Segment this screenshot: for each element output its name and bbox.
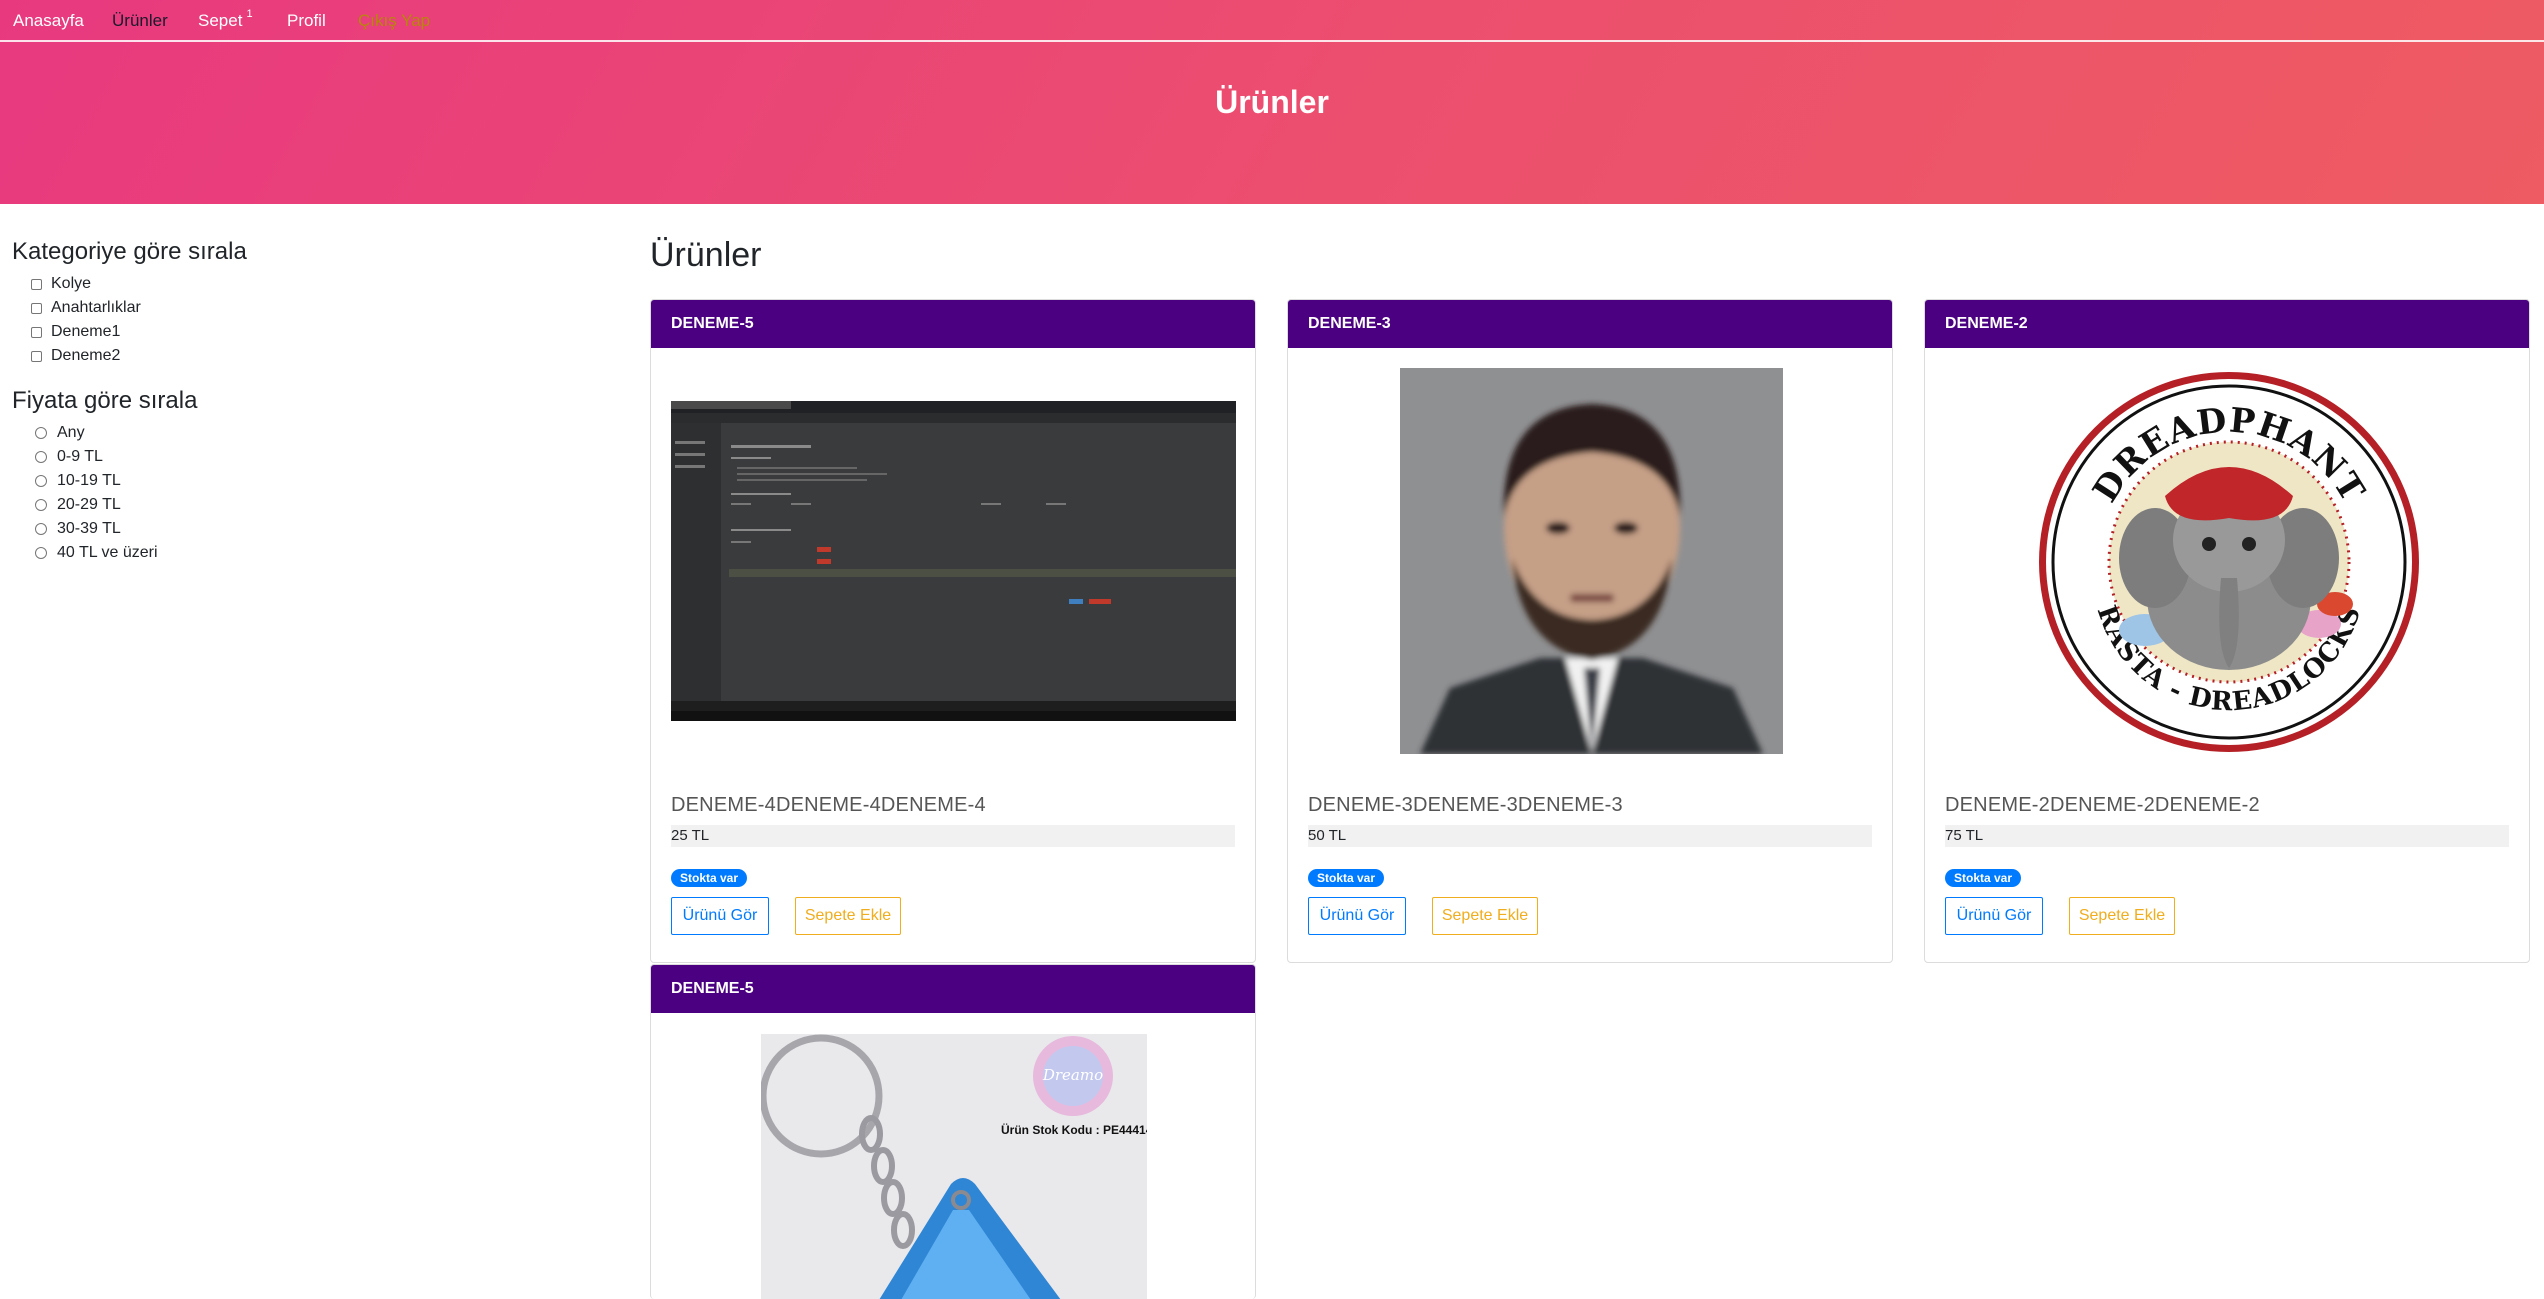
price-radio[interactable] xyxy=(35,475,47,487)
product-card-header: DENEME-5 xyxy=(651,300,1255,348)
product-image-logo[interactable]: DREADPHANT RASTA - DREADLOCKS xyxy=(2035,368,2423,756)
view-product-button[interactable]: Ürünü Gör xyxy=(1308,897,1406,935)
nav-cart-label: Sepet xyxy=(198,11,243,30)
price-radio[interactable] xyxy=(35,547,47,559)
portrait-photo xyxy=(1400,368,1783,754)
hero-title: Ürünler xyxy=(1215,84,1329,120)
add-to-cart-button[interactable]: Sepete Ekle xyxy=(2069,897,2175,935)
category-option-kolye[interactable]: Kolye xyxy=(31,275,91,293)
dreadphant-logo-image: DREADPHANT RASTA - DREADLOCKS xyxy=(2039,372,2419,752)
price-radio[interactable] xyxy=(35,499,47,511)
cart-count-badge: 1 xyxy=(246,8,253,20)
top-navbar: Anasayfa Ürünler Sepet 1 Profil Çıkış Yap xyxy=(0,0,2544,42)
price-label: 40 TL ve üzeri xyxy=(57,544,158,561)
add-to-cart-button[interactable]: Sepete Ekle xyxy=(795,897,901,935)
nav-products-link[interactable]: Ürünler xyxy=(112,11,168,31)
stock-badge: Stokta var xyxy=(671,869,748,887)
price-label: 0-9 TL xyxy=(57,448,103,465)
price-label: 30-39 TL xyxy=(57,520,121,537)
product-card: DENEME-5 Dreamo Ürün Stok Kodu : PE44414… xyxy=(650,964,1256,1299)
price-option-20-29[interactable]: 20-29 TL xyxy=(35,496,121,514)
nav-logout-link[interactable]: Çıkış Yap xyxy=(358,11,430,31)
price-radio[interactable] xyxy=(35,523,47,535)
price-option-10-19[interactable]: 10-19 TL xyxy=(35,472,121,490)
price-radio[interactable] xyxy=(35,451,47,463)
product-card: DENEME-3 DENEME-3DENEME-3DENEME-3 50 TL … xyxy=(1287,299,1893,963)
category-option-anahtarliklar[interactable]: Anahtarlıklar xyxy=(31,299,141,317)
category-label: Deneme1 xyxy=(51,323,121,340)
category-checkbox[interactable] xyxy=(31,302,42,314)
add-to-cart-button[interactable]: Sepete Ekle xyxy=(1432,897,1538,935)
stock-badge: Stokta var xyxy=(1308,869,1385,887)
price-option-30-39[interactable]: 30-39 TL xyxy=(35,520,121,538)
screenshot-thumbnail xyxy=(671,401,1236,721)
category-filter-heading: Kategoriye göre sırala xyxy=(12,238,247,265)
products-section-title: Ürünler xyxy=(650,236,762,274)
product-price: 25 TL xyxy=(671,825,1235,847)
price-option-any[interactable]: Any xyxy=(35,424,85,442)
product-price: 75 TL xyxy=(1945,825,2509,847)
category-option-deneme1[interactable]: Deneme1 xyxy=(31,323,120,341)
product-image-screenshot[interactable] xyxy=(671,401,1236,721)
product-name: DENEME-4DENEME-4DENEME-4 xyxy=(671,794,986,816)
stock-code-text: Ürün Stok Kodu : PE44414000 xyxy=(1001,1122,1147,1137)
nav-profile-link[interactable]: Profil xyxy=(287,11,326,31)
product-name: DENEME-2DENEME-2DENEME-2 xyxy=(1945,794,2260,816)
nav-cart-link[interactable]: Sepet 1 xyxy=(198,8,253,31)
keychain-photo: Dreamo Ürün Stok Kodu : PE44414000 xyxy=(761,1034,1147,1299)
price-label: Any xyxy=(57,424,85,441)
page-header: Anasayfa Ürünler Sepet 1 Profil Çıkış Yap… xyxy=(0,0,2544,204)
price-option-0-9[interactable]: 0-9 TL xyxy=(35,448,103,466)
product-card-header: DENEME-5 xyxy=(651,965,1255,1013)
product-name: DENEME-3DENEME-3DENEME-3 xyxy=(1308,794,1623,816)
category-label: Kolye xyxy=(51,275,92,292)
view-product-button[interactable]: Ürünü Gör xyxy=(1945,897,2043,935)
price-filter-heading: Fiyata göre sırala xyxy=(12,387,198,414)
product-image-portrait[interactable] xyxy=(1400,368,1783,754)
price-label: 10-19 TL xyxy=(57,472,121,489)
nav-home-link[interactable]: Anasayfa xyxy=(13,11,84,31)
product-card: DENEME-2 DREADPHANT RASTA - DREADLOCKS D… xyxy=(1924,299,2530,963)
product-price: 50 TL xyxy=(1308,825,1872,847)
product-image-keychain[interactable]: Dreamo Ürün Stok Kodu : PE44414000 xyxy=(761,1034,1147,1299)
stock-badge: Stokta var xyxy=(1945,869,2022,887)
product-card-header: DENEME-2 xyxy=(1925,300,2529,348)
category-label: Deneme2 xyxy=(51,347,121,364)
price-label: 20-29 TL xyxy=(57,496,121,513)
product-card: DENEME-5 DENEME-4DENEME-4DENEME-4 25 TL … xyxy=(650,299,1256,963)
price-option-40-plus[interactable]: 40 TL ve üzeri xyxy=(35,544,158,562)
product-card-header: DENEME-3 xyxy=(1288,300,1892,348)
keychain-logo-text: Dreamo xyxy=(1042,1066,1103,1084)
category-checkbox[interactable] xyxy=(31,278,42,290)
category-label: Anahtarlıklar xyxy=(51,299,141,316)
category-checkbox[interactable] xyxy=(31,350,42,362)
category-option-deneme2[interactable]: Deneme2 xyxy=(31,347,120,365)
view-product-button[interactable]: Ürünü Gör xyxy=(671,897,769,935)
price-radio[interactable] xyxy=(35,427,47,439)
category-checkbox[interactable] xyxy=(31,326,42,338)
